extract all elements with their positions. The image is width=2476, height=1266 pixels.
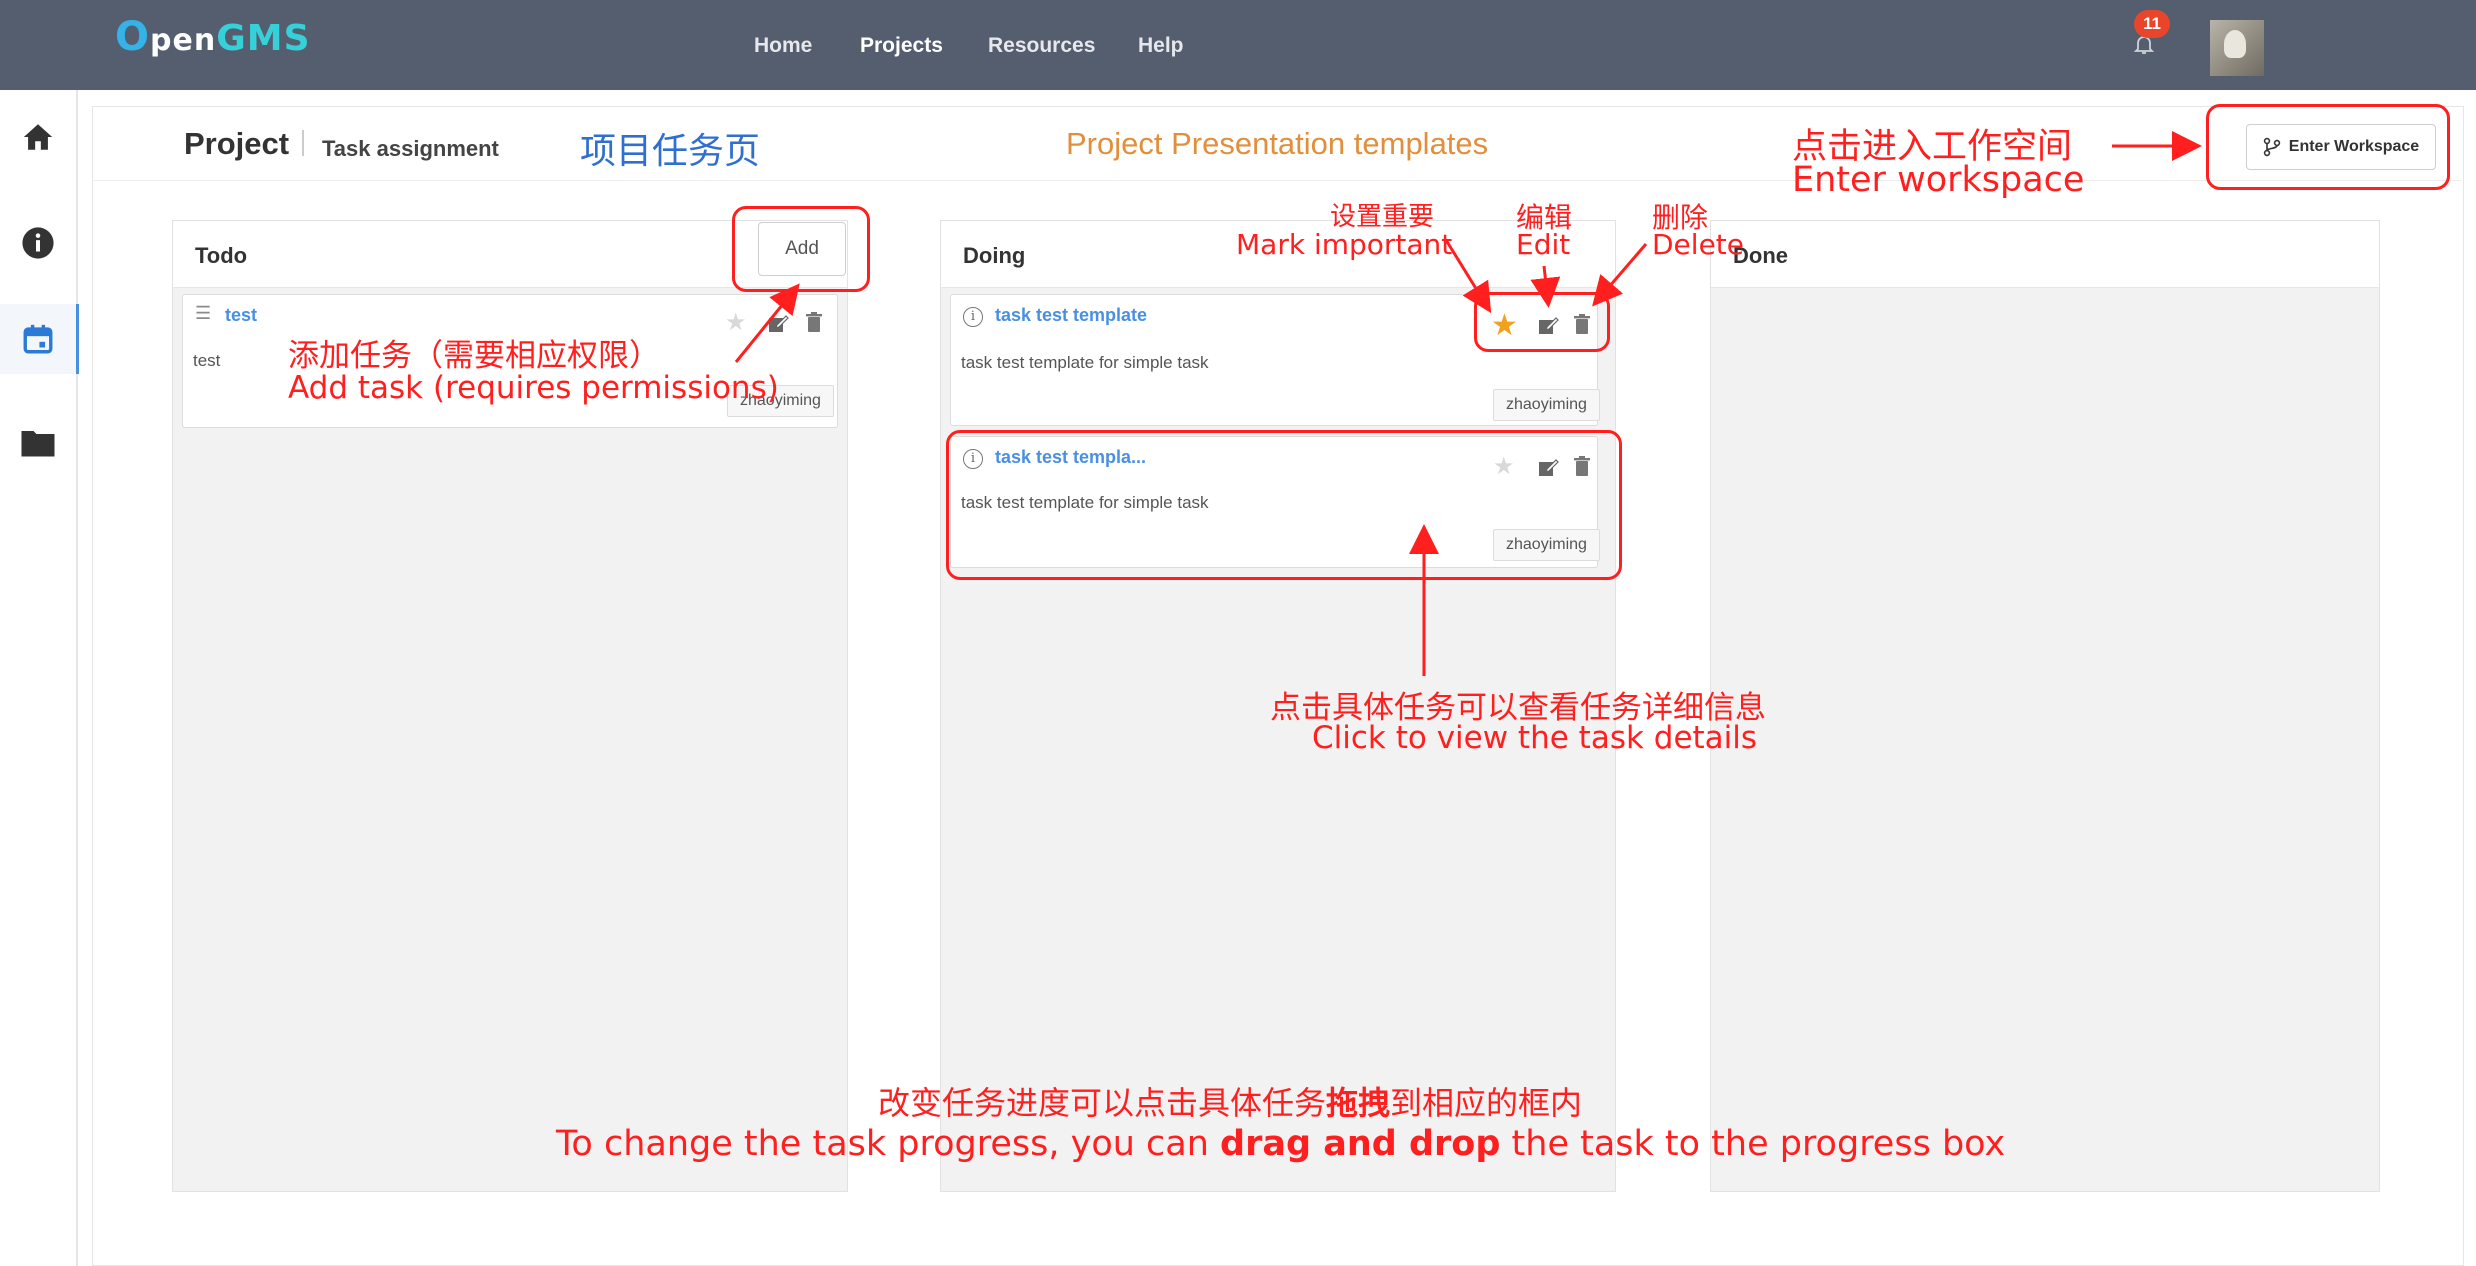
page-subtitle: Task assignment — [322, 136, 499, 161]
todo-column-title: Todo — [195, 243, 248, 268]
annotation-mark-en: Mark important — [1236, 228, 1453, 261]
notification-badge[interactable]: 11 — [2134, 10, 2170, 38]
project-name: Project Presentation templates — [1066, 126, 1489, 161]
nav-projects[interactable]: Projects — [860, 34, 943, 58]
done-column-header: Done — [1711, 221, 2379, 288]
annotation-drag-en: To change the task progress, you can dra… — [556, 1124, 2005, 1164]
logo-pen: pen — [150, 23, 217, 58]
task-title[interactable]: test — [225, 305, 257, 326]
annotation-drag-cn: 改变任务进度可以点击具体任务拖拽到相应的框内 — [878, 1078, 1582, 1124]
edit-icon[interactable] — [767, 313, 789, 335]
title-divider — [302, 130, 304, 156]
sidebar-item-info[interactable] — [0, 208, 76, 278]
annotation-click-en: Click to view the task details — [1312, 720, 1758, 756]
info-circle-icon: i — [963, 307, 983, 327]
top-navbar: OpenGMS Home Projects Resources Help 11 — [0, 0, 2476, 90]
highlight-enter-workspace — [2206, 104, 2450, 190]
logo-gms: GMS — [216, 18, 311, 59]
annotation-add-en: Add task (requires permissions) — [288, 370, 779, 406]
annotation-edit-en: Edit — [1516, 228, 1571, 261]
sidebar-item-tasks[interactable] — [0, 304, 79, 374]
nav-resources[interactable]: Resources — [988, 34, 1095, 58]
page-title: Project — [184, 126, 290, 161]
task-description: test — [193, 351, 221, 370]
highlight-add — [732, 206, 870, 292]
doing-column-title: Doing — [963, 243, 1026, 268]
drag-cn-part2: 到相应的框内 — [1390, 1084, 1583, 1122]
sidebar-item-resources[interactable] — [0, 408, 76, 478]
annotation-add-cn: 添加任务（需要相应权限） — [288, 338, 660, 374]
avatar[interactable] — [2210, 20, 2264, 76]
opengms-logo[interactable]: OpenGMS — [115, 14, 311, 60]
sidebar — [0, 90, 79, 1266]
annotation-page-label: 项目任务页 — [580, 131, 761, 172]
home-icon — [23, 124, 53, 150]
highlight-task-card — [946, 430, 1622, 580]
drag-en-part2: the task to the progress box — [1500, 1124, 2006, 1164]
info-icon — [22, 227, 54, 259]
task-title[interactable]: task test template — [995, 305, 1147, 326]
annotation-enter-en: Enter workspace — [1792, 160, 2085, 200]
sidebar-item-home[interactable] — [0, 102, 76, 172]
trash-icon[interactable] — [803, 311, 825, 333]
task-description: task test template for simple task — [961, 353, 1209, 372]
drag-cn-bold: 拖拽 — [1326, 1084, 1391, 1122]
annotation-delete-en: Delete — [1652, 228, 1744, 261]
done-column[interactable]: Done — [1710, 220, 2380, 1192]
drag-en-bold: drag and drop — [1220, 1124, 1501, 1164]
list-icon: ☰ — [195, 303, 212, 323]
logo-o: O — [115, 14, 151, 60]
nav-help[interactable]: Help — [1138, 34, 1184, 58]
folder-icon — [21, 431, 55, 457]
calendar-icon — [23, 324, 53, 354]
assignee-tag: zhaoyiming — [1493, 389, 1600, 421]
star-icon[interactable]: ★ — [725, 311, 747, 335]
drag-cn-part1: 改变任务进度可以点击具体任务 — [878, 1084, 1327, 1122]
drag-en-part1: To change the task progress, you can — [556, 1124, 1221, 1164]
nav-home[interactable]: Home — [754, 34, 812, 58]
highlight-task-tools — [1474, 292, 1610, 352]
